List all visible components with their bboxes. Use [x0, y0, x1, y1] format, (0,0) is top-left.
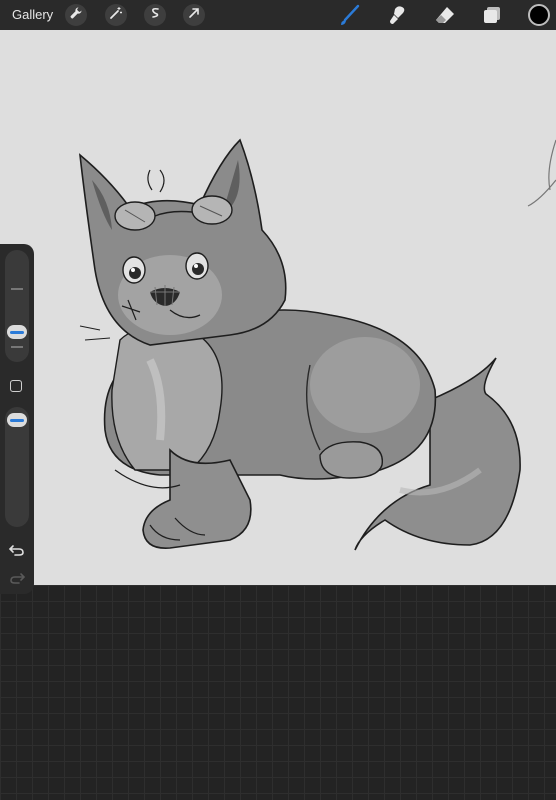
layers-tool[interactable] — [480, 3, 504, 27]
brush-icon — [338, 4, 362, 31]
modify-button[interactable] — [10, 380, 22, 392]
layers-icon — [480, 7, 504, 31]
drawing-canvas[interactable] — [0, 30, 556, 585]
eraser-icon — [433, 7, 457, 31]
eraser-tool[interactable] — [433, 3, 457, 27]
transform-icon — [187, 6, 201, 25]
redo-icon — [8, 573, 26, 591]
undo-button[interactable] — [8, 541, 26, 559]
opacity-slider[interactable] — [5, 407, 29, 527]
adjustments-button[interactable] — [105, 4, 127, 26]
workspace-grid — [0, 585, 556, 800]
slider-tick — [11, 288, 23, 290]
undo-icon — [8, 545, 26, 563]
gallery-button[interactable]: Gallery — [12, 7, 53, 22]
selection-icon — [148, 6, 162, 25]
magic-wand-icon — [109, 6, 123, 25]
transform-button[interactable] — [183, 4, 205, 26]
brush-sidebar — [0, 244, 34, 594]
slider-tick — [11, 346, 23, 348]
actions-button[interactable] — [65, 4, 87, 26]
smudge-tool[interactable] — [386, 3, 410, 27]
brush-size-handle[interactable] — [7, 325, 27, 339]
smudge-icon — [386, 6, 410, 31]
brush-size-slider[interactable] — [5, 250, 29, 362]
redo-button[interactable] — [8, 569, 26, 587]
brush-tool[interactable] — [338, 3, 362, 27]
wrench-icon — [69, 6, 83, 25]
wolf-artwork — [78, 138, 556, 551]
color-picker-button[interactable] — [528, 4, 550, 26]
top-toolbar: Gallery — [0, 0, 556, 30]
opacity-handle[interactable] — [7, 413, 27, 427]
selection-button[interactable] — [144, 4, 166, 26]
